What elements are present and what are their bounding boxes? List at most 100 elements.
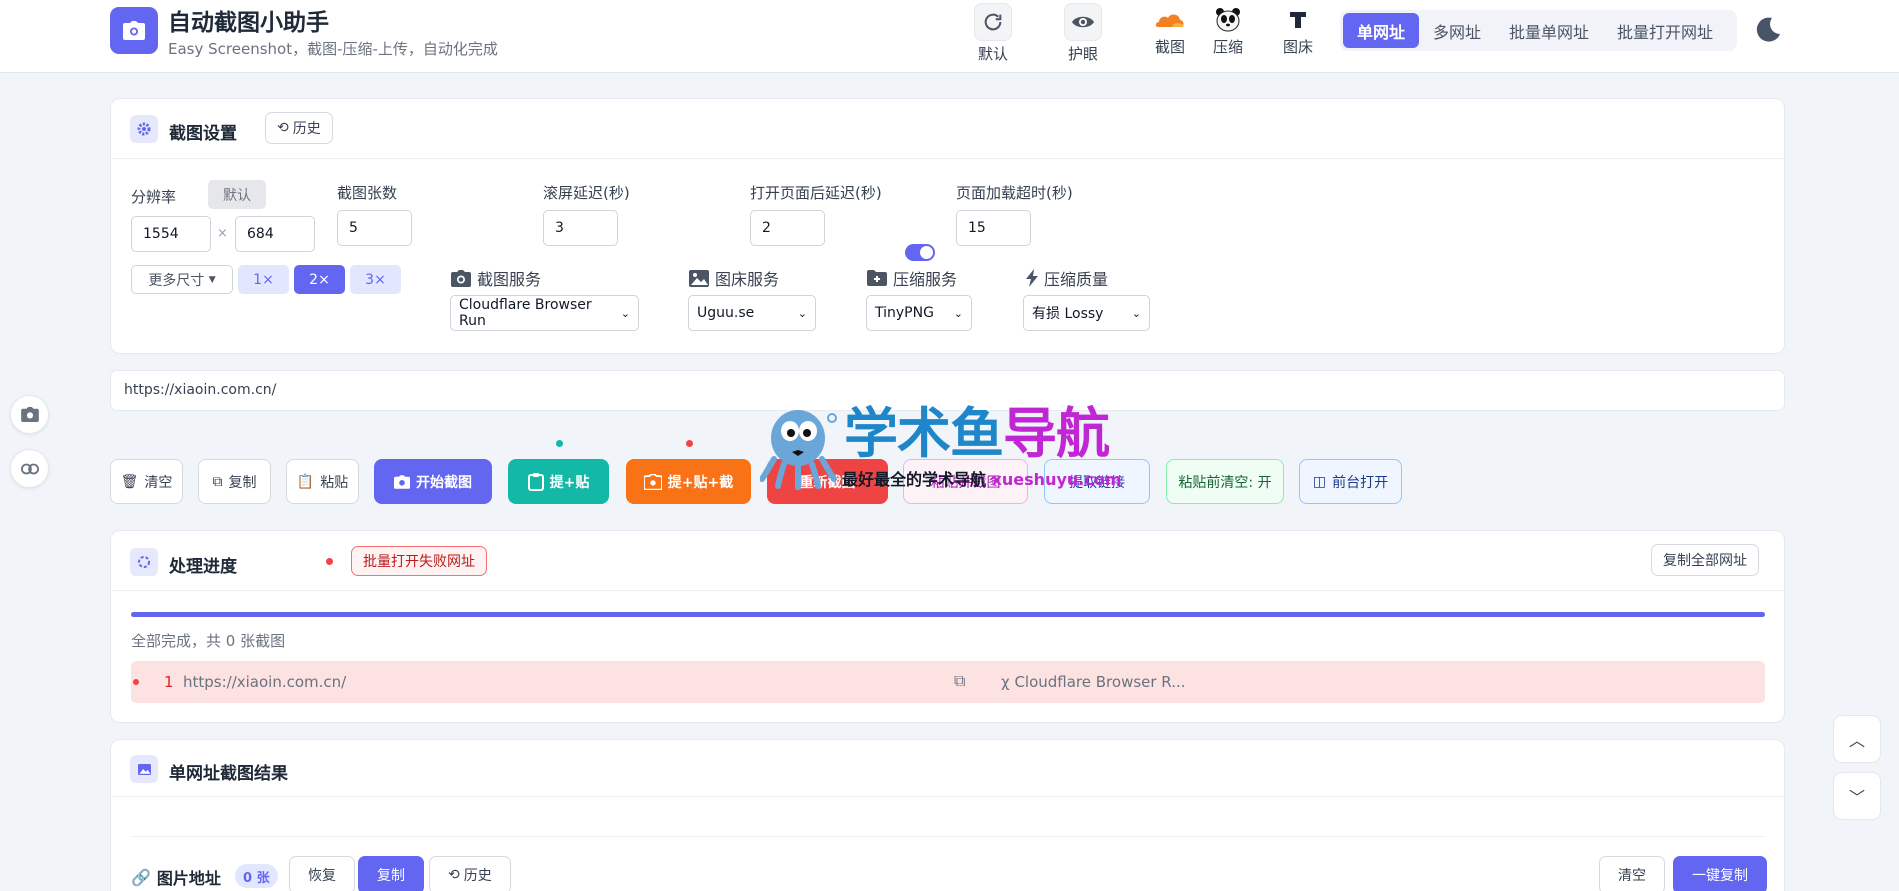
tab-batch-open-url[interactable]: 批量打开网址 bbox=[1603, 13, 1727, 48]
count-input[interactable] bbox=[337, 210, 412, 246]
restore-button[interactable]: 恢复 bbox=[289, 856, 355, 891]
row-copy-icon[interactable]: ⧉ bbox=[954, 671, 965, 691]
quality-label: 压缩质量 bbox=[1044, 270, 1109, 289]
timeout-input[interactable] bbox=[956, 210, 1031, 246]
history-icon: ⟲ bbox=[448, 867, 460, 883]
width-input[interactable] bbox=[131, 216, 211, 252]
text-t-icon bbox=[1288, 6, 1308, 34]
progress-status-text: 全部完成，共 0 张截图 bbox=[131, 632, 286, 650]
compress-toggle[interactable] bbox=[905, 244, 935, 261]
open-delay-input[interactable] bbox=[750, 210, 825, 246]
eye-icon bbox=[1064, 3, 1102, 41]
imagehost-select[interactable]: Uguu.se ⌄ bbox=[688, 295, 816, 331]
imagehost-service-link[interactable]: 图床 bbox=[1276, 6, 1320, 57]
camera-icon bbox=[643, 473, 662, 490]
foreground-open-button[interactable]: ◫ 前台打开 bbox=[1299, 459, 1402, 504]
height-input[interactable] bbox=[235, 216, 315, 252]
table-row: 1 https://xiaoin.com.cn/ ⧉ χ Cloudflare … bbox=[131, 661, 1765, 703]
scale-1x-chip[interactable]: 1× bbox=[238, 265, 289, 294]
compress-label: 压缩服务 bbox=[893, 270, 958, 289]
scroll-top-button[interactable]: ︿ bbox=[1833, 715, 1881, 763]
octopus-logo-icon bbox=[760, 410, 837, 490]
mode-tabs: 单网址 多网址 批量单网址 批量打开网址 bbox=[1340, 10, 1737, 51]
side-link-button[interactable] bbox=[10, 449, 49, 488]
gear-icon bbox=[130, 115, 158, 143]
batch-open-failed-button[interactable]: 批量打开失败网址 bbox=[351, 546, 487, 576]
watermark-tagline: 最好最全的学术导航 xueshuyu.com bbox=[842, 470, 1122, 489]
spinner-icon bbox=[130, 548, 158, 576]
trash-icon: 🗑 bbox=[120, 473, 139, 490]
open-delay-label: 打开页面后延迟(秒) bbox=[750, 184, 882, 202]
tab-single-url[interactable]: 单网址 bbox=[1343, 13, 1420, 48]
results-title: 单网址截图结果 bbox=[169, 764, 288, 784]
chevron-up-icon: ︿ bbox=[1848, 731, 1865, 750]
progress-divider bbox=[111, 590, 1784, 591]
paste-combo-button[interactable]: 提+贴 bbox=[508, 459, 609, 504]
tab-batch-single-url[interactable]: 批量单网址 bbox=[1495, 13, 1603, 48]
results-history-label: 历史 bbox=[463, 868, 492, 884]
results-history-button[interactable]: ⟲ 历史 bbox=[429, 856, 511, 891]
camera-icon bbox=[451, 269, 471, 287]
history-label: 历史 bbox=[292, 121, 321, 137]
clear-button[interactable]: 🗑 清空 bbox=[110, 459, 183, 504]
quality-select[interactable]: 有损 Lossy ⌄ bbox=[1023, 295, 1150, 331]
paste-button[interactable]: 📋 粘贴 bbox=[286, 459, 359, 504]
side-screenshot-button[interactable] bbox=[10, 395, 49, 434]
watermark-brand-b: 导航 bbox=[1003, 402, 1110, 465]
results-clear-button[interactable]: 清空 bbox=[1599, 856, 1665, 891]
paste-combo-label: 提+贴 bbox=[549, 474, 590, 491]
copy-all-results-button[interactable]: 一键复制 bbox=[1673, 856, 1767, 891]
link-icon: 🔗 bbox=[131, 867, 151, 887]
eye-care-button[interactable]: 护眼 bbox=[1057, 3, 1109, 64]
watermark-domain: xueshuyu.com bbox=[991, 470, 1122, 489]
results-divider-2 bbox=[131, 836, 1765, 837]
paste-capture-label: 提+贴+截 bbox=[667, 474, 734, 491]
history-icon: ⟲ bbox=[277, 120, 289, 136]
start-label: 开始截图 bbox=[416, 474, 472, 491]
tab-multi-url[interactable]: 多网址 bbox=[1419, 13, 1495, 48]
imagehost-service-text: 图床 bbox=[1282, 38, 1313, 56]
scroll-delay-input[interactable] bbox=[543, 210, 618, 246]
watermark-brand-a: 学术鱼 bbox=[844, 402, 1004, 465]
window-icon: ◫ bbox=[1312, 473, 1327, 490]
toggle-knob bbox=[920, 246, 933, 259]
start-screenshot-button[interactable]: 开始截图 bbox=[374, 459, 492, 504]
clear-before-paste-toggle[interactable]: 粘贴前清空: 开 bbox=[1166, 459, 1284, 504]
times-sign: × bbox=[217, 226, 228, 241]
red-status-dot bbox=[686, 440, 693, 447]
quality-heading: 压缩质量 bbox=[1026, 266, 1108, 290]
more-sizes-dropdown[interactable]: 更多尺寸 ▼ bbox=[131, 265, 233, 294]
more-sizes-label: 更多尺寸 bbox=[148, 272, 205, 289]
scroll-bottom-button[interactable]: ﹀ bbox=[1833, 772, 1881, 820]
image-url-heading: 🔗 图片地址 bbox=[131, 865, 221, 889]
settings-title: 截图设置 bbox=[169, 124, 237, 144]
results-copy-button[interactable]: 复制 bbox=[358, 856, 424, 891]
compress-service-link[interactable]: 压缩 bbox=[1206, 6, 1250, 57]
scale-2x-chip[interactable]: 2× bbox=[294, 265, 345, 294]
row-service: χ Cloudflare Browser R... bbox=[1001, 673, 1186, 691]
compress-value: TinyPNG bbox=[875, 305, 934, 321]
progress-card: 处理进度 批量打开失败网址 复制全部网址 全部完成，共 0 张截图 1 http… bbox=[110, 530, 1785, 723]
app-subtitle: Easy Screenshot，截图-压缩-上传，自动化完成 bbox=[168, 40, 498, 58]
compress-select[interactable]: TinyPNG ⌄ bbox=[866, 295, 972, 331]
timeout-label: 页面加载超时(秒) bbox=[956, 184, 1073, 202]
screenshot-service-link[interactable]: 截图 bbox=[1148, 6, 1192, 57]
copy-all-urls-button[interactable]: 复制全部网址 bbox=[1651, 544, 1759, 576]
image-icon bbox=[689, 269, 709, 287]
progress-bar-fill bbox=[131, 612, 1765, 617]
scroll-delay-label: 滚屏延迟(秒) bbox=[543, 184, 630, 202]
progress-title: 处理进度 bbox=[169, 557, 237, 577]
results-divider bbox=[111, 796, 1784, 797]
paste-capture-button[interactable]: 提+贴+截 bbox=[626, 459, 751, 504]
screenshot-service-select[interactable]: Cloudflare Browser Run ⌄ bbox=[450, 295, 639, 331]
scale-3x-chip[interactable]: 3× bbox=[350, 265, 401, 294]
default-theme-button[interactable]: 默认 bbox=[967, 3, 1019, 64]
copy-button[interactable]: ⧉ 复制 bbox=[198, 459, 271, 504]
image-count-badge: 0 张 bbox=[235, 864, 278, 888]
imagehost-heading: 图床服务 bbox=[689, 266, 779, 290]
progress-status-dot bbox=[326, 558, 333, 565]
moon-icon[interactable] bbox=[1753, 15, 1783, 45]
history-button[interactable]: ⟲ 历史 bbox=[265, 112, 333, 144]
screenshot-service-heading: 截图服务 bbox=[451, 266, 541, 290]
default-resolution-chip[interactable]: 默认 bbox=[208, 180, 266, 209]
